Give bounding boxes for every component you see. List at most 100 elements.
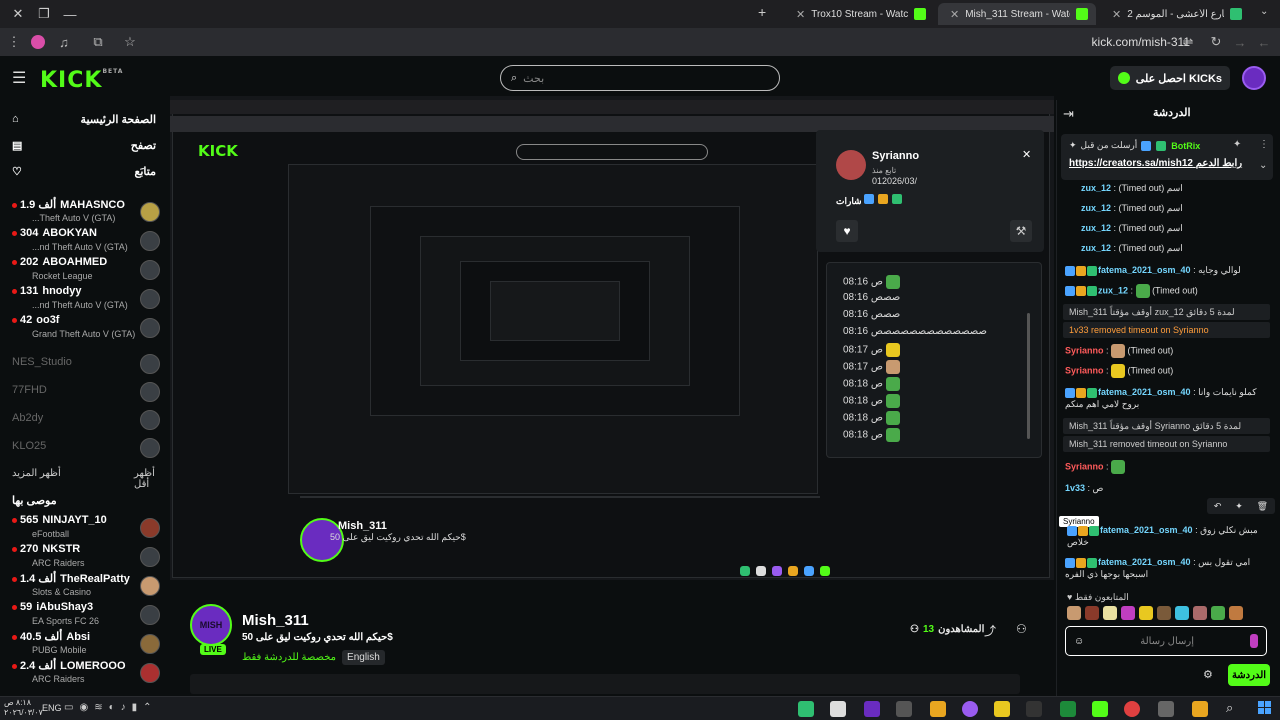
app-icon[interactable] xyxy=(830,701,846,717)
app-icon[interactable] xyxy=(1092,701,1108,717)
forward-icon[interactable]: → xyxy=(1230,32,1250,52)
emote[interactable] xyxy=(1175,606,1189,620)
channel-name[interactable]: Mish_311 xyxy=(242,612,309,629)
emote[interactable] xyxy=(1103,606,1117,620)
more-options-icon[interactable]: ⋮ xyxy=(1259,139,1269,150)
close-window-icon[interactable]: ✕ xyxy=(6,2,30,26)
recommended-channel[interactable]: 1.4 ألف TheRealPatty Slots & Casino xyxy=(8,572,160,600)
pinned-message[interactable]: ✦ أرسلت من قبل BotRix ✦ ⋮ https://creato… xyxy=(1061,134,1273,180)
recommended-channel[interactable]: 2.4 ألف LOMEROOO ARC Raiders xyxy=(8,659,160,687)
tab-shahid[interactable]: ✕ شاهد شارع الأعشى - الموسم 2 | xyxy=(1100,3,1250,25)
chat-send-button[interactable]: الدردشة xyxy=(1228,664,1270,686)
language-indicator[interactable]: ENG xyxy=(42,703,62,713)
emote[interactable] xyxy=(1157,606,1171,620)
pin-icon[interactable]: ✦ xyxy=(1233,139,1241,150)
mic-icon[interactable]: ▮ xyxy=(132,702,138,713)
app-icon[interactable] xyxy=(1060,701,1076,717)
menu-dots-icon[interactable]: ⋮ xyxy=(4,32,24,52)
clock[interactable]: ٨:١٨ ص ٢٠٢٦/٠٣/٠٧ xyxy=(4,698,43,718)
user-avatar[interactable] xyxy=(1242,66,1266,90)
minimize-window-icon[interactable]: — xyxy=(58,2,82,26)
recommended-channel[interactable]: 40.5 ألف Absi PUBG Mobile xyxy=(8,630,160,658)
following-channel[interactable]: 202 ABOAHMED Rocket League xyxy=(8,256,160,284)
battery-icon[interactable]: ▭ xyxy=(64,702,73,713)
restore-window-icon[interactable]: ❐ xyxy=(32,2,56,26)
chat-message-input[interactable]: ☺ إرسال رسالة xyxy=(1065,626,1267,656)
tab-mish311[interactable]: ✕ Mish_311 Stream - Watch Live o xyxy=(938,3,1096,25)
emote[interactable] xyxy=(1193,606,1207,620)
chat-settings-icon[interactable]: ⚙ xyxy=(1203,668,1213,681)
app-icon[interactable] xyxy=(1158,701,1174,717)
recommended-channel[interactable]: 59 iAbuShay3 EA Sports FC 26 xyxy=(8,601,160,629)
following-channel-offline[interactable]: 77FHD xyxy=(8,378,160,406)
following-channel[interactable]: 131 hnodyy ...nd Theft Auto V (GTA) xyxy=(8,285,160,313)
reload-icon[interactable]: ↻ xyxy=(1206,32,1226,52)
language-tag[interactable]: English xyxy=(342,650,385,665)
share-icon[interactable]: ⤴ xyxy=(984,622,996,639)
chevron-down-icon[interactable]: ⌄ xyxy=(1259,160,1267,171)
chrome-tray-icon[interactable]: ◉ xyxy=(79,702,88,713)
windows-start-icon[interactable] xyxy=(1258,701,1271,714)
reply-icon[interactable]: ↶ xyxy=(1214,501,1222,512)
search-input[interactable]: ⌕ بحث xyxy=(500,65,780,91)
media-icon[interactable]: ♫ xyxy=(54,32,74,52)
channel-avatar[interactable]: MISH xyxy=(190,604,232,646)
site-settings-icon[interactable]: ⇌ xyxy=(1178,32,1198,52)
mod-action-icon[interactable]: ⚒ xyxy=(1010,220,1032,242)
following-channel-offline[interactable]: KLO25 xyxy=(8,434,160,462)
close-icon[interactable]: ✕ xyxy=(1022,148,1031,161)
emote[interactable] xyxy=(1085,606,1099,620)
back-icon[interactable]: ← xyxy=(1254,32,1274,52)
emote[interactable] xyxy=(1139,606,1153,620)
app-icon[interactable] xyxy=(896,701,912,717)
kick-logo[interactable]: KICKBETA xyxy=(40,68,123,93)
heart-icon[interactable]: ♥ xyxy=(836,220,858,242)
kicks-icon[interactable] xyxy=(1250,634,1258,648)
video-player[interactable]: KICK Mish_311 حيكم الله تحدي روكيت ليق ع… xyxy=(170,96,1054,580)
recommended-channel[interactable]: 270 NKSTR ARC Raiders xyxy=(8,543,160,571)
category-link[interactable]: مخصصة للدردشة فقط xyxy=(242,652,336,663)
settings-app-icon[interactable] xyxy=(1026,701,1042,717)
delete-icon[interactable]: 🗑 xyxy=(1257,501,1268,512)
app-icon[interactable] xyxy=(930,701,946,717)
emoji-icon[interactable]: ☺ xyxy=(1074,636,1084,647)
following-channel[interactable]: 1.9 ألف MAHASNCO ...Theft Auto V (GTA) xyxy=(8,198,160,226)
emote[interactable] xyxy=(1229,606,1243,620)
emote[interactable] xyxy=(1211,606,1225,620)
pin-icon[interactable]: ✦ xyxy=(1235,501,1243,512)
show-more-link[interactable]: أظهر المزيد xyxy=(12,468,61,479)
profile-icon[interactable] xyxy=(28,32,48,52)
scrollbar[interactable] xyxy=(1027,313,1030,439)
following-channel-offline[interactable]: Ab2dy xyxy=(8,406,160,434)
collapse-chat-icon[interactable]: ⇥ xyxy=(1063,106,1074,122)
follow-user-icon[interactable]: ⚇ xyxy=(1016,622,1027,636)
network-icon[interactable]: ≋ xyxy=(94,702,102,713)
app-icon[interactable] xyxy=(962,701,978,717)
tab-list-icon[interactable]: ⌄ xyxy=(1260,6,1268,17)
hamburger-menu-icon[interactable]: ☰ xyxy=(12,68,26,88)
sidebar-item-following[interactable]: ♡ متابَع xyxy=(12,160,156,182)
following-channel[interactable]: 304 ABOKYAN ...nd Theft Auto V (GTA) xyxy=(8,227,160,255)
folder-icon[interactable] xyxy=(1192,701,1208,717)
close-tab-icon[interactable]: ✕ xyxy=(1112,8,1121,21)
search-icon[interactable]: ⌕ xyxy=(1226,700,1233,716)
pinned-link[interactable]: https://creators.sa/mish12 xyxy=(1069,158,1193,169)
sidebar-item-browse[interactable]: ▤ تصفح xyxy=(12,134,156,156)
speaker-icon[interactable]: ♪ xyxy=(121,702,126,713)
tab-trox10[interactable]: ✕ Trox10 Stream - Watch Live on xyxy=(784,3,934,25)
close-tab-icon[interactable]: ✕ xyxy=(796,8,805,21)
get-kicks-button[interactable]: احصل على KICKs xyxy=(1109,66,1230,90)
sidebar-item-home[interactable]: ⌂ الصفحة الرئيسية xyxy=(12,108,156,130)
emote[interactable] xyxy=(1121,606,1135,620)
chrome-icon[interactable] xyxy=(1124,701,1140,717)
bookmark-star-icon[interactable]: ☆ xyxy=(120,32,140,52)
following-channel-offline[interactable]: NES_Studio xyxy=(8,350,160,378)
app-icon[interactable] xyxy=(798,701,814,717)
app-icon[interactable] xyxy=(994,701,1010,717)
close-tab-icon[interactable]: ✕ xyxy=(950,8,959,21)
extensions-icon[interactable]: ⧉ xyxy=(88,32,108,52)
chevron-up-icon[interactable]: ⌃ xyxy=(143,702,151,713)
show-less-link[interactable]: أظهر أقل xyxy=(134,468,168,490)
emote[interactable] xyxy=(1067,606,1081,620)
url-field[interactable]: kick.com/mish-311 xyxy=(1092,35,1190,49)
